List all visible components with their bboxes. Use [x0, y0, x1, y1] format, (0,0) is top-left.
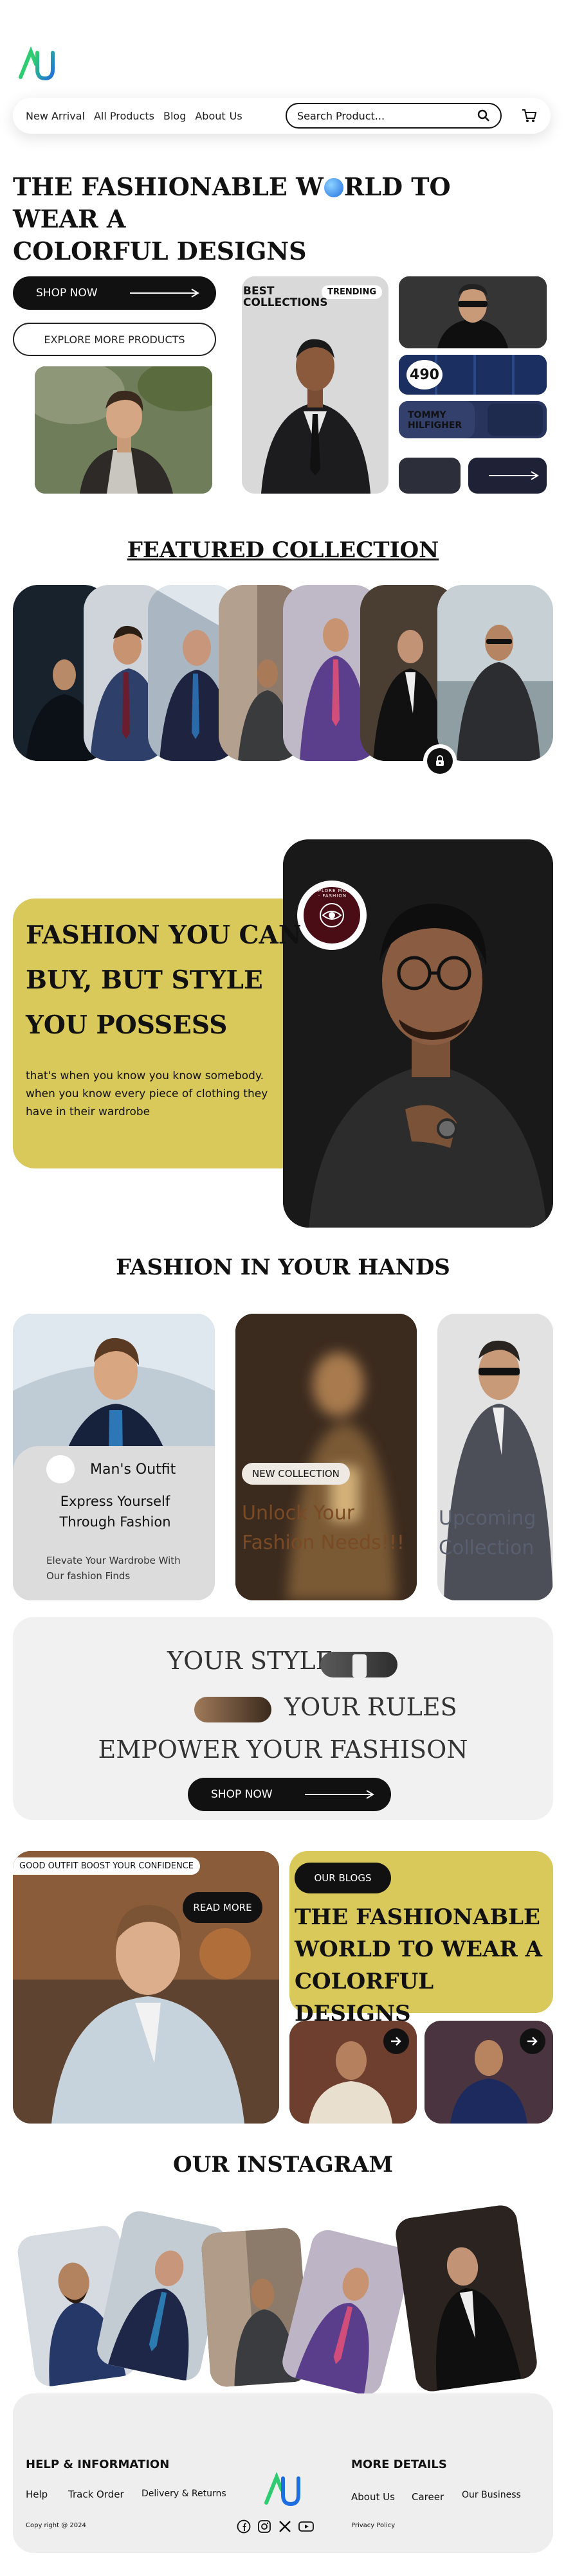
- express-label: Express Yourself Through Fashion: [59, 1494, 171, 1530]
- arrow-card[interactable]: [468, 458, 547, 494]
- blog-hero-photo[interactable]: GOOD OUTFIT BOOST YOUR CONFIDENCE READ M…: [13, 1851, 279, 2124]
- rules-shop-now-button[interactable]: SHOP NOW: [188, 1778, 391, 1811]
- instagram-icon[interactable]: [257, 2519, 271, 2534]
- shoes-card[interactable]: [399, 458, 461, 494]
- explore-more-label: EXPLORE MORE PRODUCTS: [44, 333, 185, 346]
- nav-us[interactable]: Us: [230, 110, 242, 122]
- nav-all-products[interactable]: All Products: [94, 110, 154, 122]
- new-collection-card[interactable]: NEW COLLECTION Unlock Your Fashion Needs…: [235, 1314, 417, 1600]
- price-badge: 490: [406, 360, 443, 389]
- style-quote-text: that's when you know you know somebody. …: [26, 1069, 268, 1118]
- footer-link-help[interactable]: Help: [26, 2489, 48, 2500]
- best-collections-label: BEST COLLECTIONS: [243, 285, 328, 309]
- arrow-right-icon: [129, 289, 199, 298]
- style-pill-image: [320, 1652, 397, 1677]
- nav-links: New Arrival All Products Blog About Us: [26, 110, 251, 122]
- arrow-right-icon: [527, 2037, 538, 2046]
- footer-link-about-us[interactable]: About Us: [351, 2491, 395, 2503]
- blog-thumb-1-arrow[interactable]: [383, 2028, 409, 2054]
- blog-title: THE FASHIONABLE WORLD TO WEAR A COLORFUL…: [295, 1904, 542, 2026]
- blog-thumb-2-arrow[interactable]: [520, 2028, 545, 2054]
- footer-link-career[interactable]: Career: [412, 2491, 444, 2503]
- blog-thumb-1[interactable]: [289, 2021, 417, 2124]
- footer-link-our-business[interactable]: Our Business: [462, 2490, 521, 2500]
- top-navbar: New Arrival All Products Blog About Us S…: [13, 98, 551, 134]
- mans-outfit-card[interactable]: Man's Outfit Express Yourself Through Fa…: [13, 1314, 215, 1600]
- avatar-dot: [46, 1455, 75, 1483]
- hero-man-photo: [35, 366, 212, 494]
- nav-new-arrival[interactable]: New Arrival: [26, 110, 85, 122]
- social-icons: [237, 2519, 314, 2534]
- brand-logo[interactable]: [17, 46, 58, 82]
- upcoming-label: Upcoming Collection: [439, 1507, 536, 1559]
- nav-about[interactable]: About: [195, 110, 225, 122]
- hero-title: THE FASHIONABLE W RLD TO WEAR A COLORFUL …: [13, 171, 527, 267]
- featured-gallery: [13, 585, 553, 778]
- nav-blog[interactable]: Blog: [163, 110, 186, 122]
- featured-collection-title: FEATURED COLLECTION: [127, 537, 439, 563]
- lock-icon: [436, 755, 444, 766]
- instagram-title: OUR INSTAGRAM: [172, 2152, 394, 2178]
- globe-icon: [324, 178, 343, 197]
- tommy-card[interactable]: TOMMY HILFIGHER: [399, 401, 547, 438]
- rules-pill-image: [194, 1697, 271, 1722]
- upcoming-collection-card[interactable]: Upcoming Collection: [437, 1314, 553, 1600]
- search-input[interactable]: Search Product...: [286, 103, 502, 129]
- rules-shop-now-label: SHOP NOW: [211, 1788, 273, 1801]
- eye-icon: [320, 903, 344, 927]
- lock-button[interactable]: [423, 744, 457, 778]
- fashion-hands-title: FASHION IN YOUR HANDS: [116, 1255, 450, 1280]
- footer-link-track-order[interactable]: Track Order: [68, 2489, 124, 2500]
- cart-icon[interactable]: [521, 107, 538, 124]
- sunglasses-man-card[interactable]: [399, 276, 547, 348]
- explore-badge-text: EXPLORE MORE · FASHION: [311, 888, 354, 899]
- footer-link-delivery[interactable]: Delivery & Returns: [142, 2489, 226, 2499]
- blog-thumb-2[interactable]: [424, 2021, 553, 2124]
- tommy-label: TOMMY HILFIGHER: [408, 410, 462, 431]
- trending-tag: TRENDING: [322, 285, 382, 299]
- x-twitter-icon[interactable]: [278, 2519, 292, 2534]
- footer-logo[interactable]: [262, 2472, 304, 2508]
- search-icon[interactable]: [477, 109, 490, 122]
- instagram-gallery: [15, 2203, 540, 2417]
- our-blogs-button[interactable]: OUR BLOGS: [295, 1863, 391, 1893]
- read-more-button[interactable]: READ MORE: [183, 1892, 262, 1923]
- arrow-right-icon: [304, 1790, 374, 1799]
- your-style-label: YOUR STYLE: [167, 1647, 334, 1675]
- search-placeholder: Search Product...: [297, 109, 385, 122]
- copyright: Copy right @ 2024: [26, 2522, 86, 2529]
- gallery-photo-7[interactable]: [437, 585, 553, 761]
- arrow-right-icon: [489, 471, 539, 480]
- privacy-policy-link[interactable]: Privacy Policy: [351, 2522, 395, 2529]
- facebook-icon[interactable]: [237, 2519, 251, 2534]
- shop-now-label: SHOP NOW: [36, 287, 98, 300]
- good-outfit-tag: GOOD OUTFIT BOOST YOUR CONFIDENCE: [13, 1857, 200, 1875]
- suits-collage-card[interactable]: 490: [399, 355, 547, 395]
- new-collection-tag: NEW COLLECTION: [242, 1463, 350, 1485]
- your-rules-label: YOUR RULES: [284, 1693, 457, 1721]
- unlock-label: Unlock Your Fashion Needs!!!: [242, 1502, 405, 1554]
- hero-title-part-a: THE FASHIONABLE W: [13, 172, 324, 201]
- best-collections-card[interactable]: BEST COLLECTIONS TRENDING: [242, 276, 388, 494]
- help-title: HELP & INFORMATION: [26, 2458, 170, 2471]
- more-details-title: MORE DETAILS: [351, 2458, 447, 2471]
- mans-outfit-label: Man's Outfit: [90, 1462, 176, 1478]
- shop-now-button[interactable]: SHOP NOW: [13, 276, 216, 310]
- empower-label: EMPOWER YOUR FASHISON: [98, 1735, 468, 1764]
- youtube-icon[interactable]: [298, 2519, 314, 2534]
- style-quote-title: FASHION YOU CAN BUY, BUT STYLE YOU POSSE…: [26, 920, 302, 1040]
- elevate-label: Elevate Your Wardrobe With Our fashion F…: [46, 1555, 181, 1582]
- hero-title-line2: COLORFUL DESIGNS: [13, 237, 307, 265]
- insta-photo-5[interactable]: [393, 2203, 540, 2393]
- arrow-right-icon: [391, 2037, 401, 2046]
- explore-more-button[interactable]: EXPLORE MORE PRODUCTS: [13, 323, 216, 356]
